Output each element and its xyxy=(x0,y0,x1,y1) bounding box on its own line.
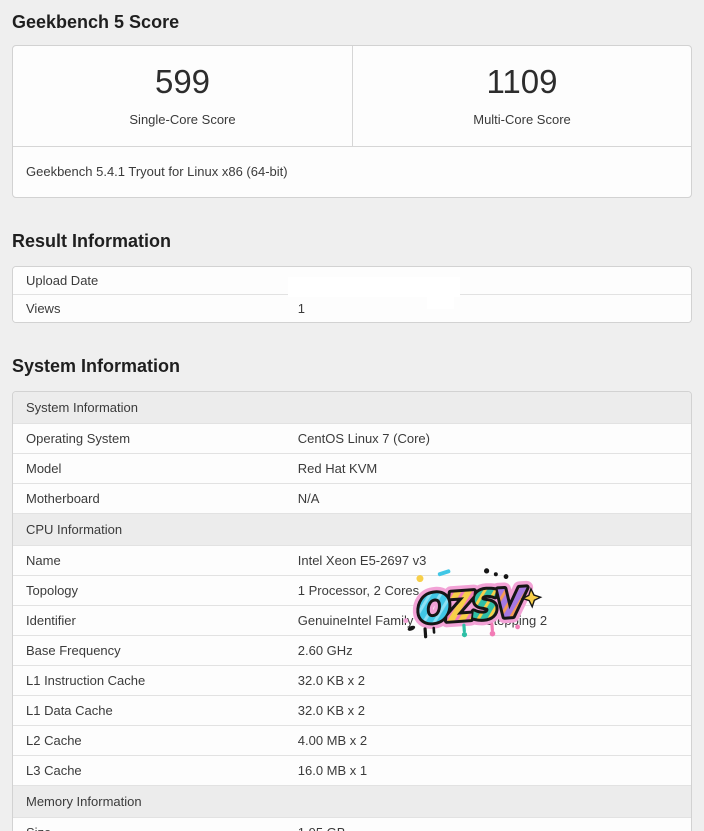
table-subheader-row: System Information xyxy=(13,392,691,423)
row-label: Identifier xyxy=(13,606,298,635)
row-value: 1.95 GB xyxy=(298,818,691,831)
multi-core-score-label: Multi-Core Score xyxy=(473,112,571,127)
result-information-table: Upload Date Views 1 xyxy=(13,267,691,322)
row-label: Name xyxy=(13,546,298,575)
table-row: L3 Cache16.0 MB x 1 xyxy=(13,755,691,785)
score-grid: 599 Single-Core Score 1109 Multi-Core Sc… xyxy=(13,46,691,146)
row-value: 32.0 KB x 2 xyxy=(298,696,691,725)
geekbench-result-page: { "score_header": { "title": "Geekbench … xyxy=(0,0,704,831)
row-value: 1 Processor, 2 Cores xyxy=(298,576,691,605)
table-row: L1 Data Cache32.0 KB x 2 xyxy=(13,695,691,725)
row-label: Topology xyxy=(13,576,298,605)
result-information-title: Result Information xyxy=(12,231,692,252)
row-value: Red Hat KVM xyxy=(298,454,691,483)
redaction-overlay xyxy=(427,296,454,309)
views-value: 1 xyxy=(298,301,305,316)
row-value: 32.0 KB x 2 xyxy=(298,666,691,695)
row-label: Upload Date xyxy=(13,267,298,294)
row-label: Base Frequency xyxy=(13,636,298,665)
row-label: Operating System xyxy=(13,424,298,453)
row-value: 1 xyxy=(298,295,691,322)
multi-core-score-value: 1109 xyxy=(487,65,558,98)
row-label: Memory Information xyxy=(13,786,691,817)
table-row: ModelRed Hat KVM xyxy=(13,453,691,483)
row-label: CPU Information xyxy=(13,514,691,545)
table-row: IdentifierGenuineIntel Family 6 Model 63… xyxy=(13,605,691,635)
table-row-views: Views 1 xyxy=(13,294,691,322)
score-card: 599 Single-Core Score 1109 Multi-Core Sc… xyxy=(12,45,692,198)
table-subheader-row: Memory Information xyxy=(13,785,691,817)
row-value: 2.60 GHz xyxy=(298,636,691,665)
row-label: Model xyxy=(13,454,298,483)
row-value: GenuineIntel Family 6 Model 63 Stepping … xyxy=(298,606,691,635)
table-row: L1 Instruction Cache32.0 KB x 2 xyxy=(13,665,691,695)
row-value: 4.00 MB x 2 xyxy=(298,726,691,755)
row-label: Motherboard xyxy=(13,484,298,513)
row-value: Intel Xeon E5-2697 v3 xyxy=(298,546,691,575)
row-label: Size xyxy=(13,818,298,831)
row-value xyxy=(298,275,691,287)
table-subheader-row: CPU Information xyxy=(13,513,691,545)
result-information-card: Upload Date Views 1 xyxy=(12,266,692,323)
row-value: N/A xyxy=(298,484,691,513)
single-core-score-value: 599 xyxy=(155,65,210,98)
table-row: Topology1 Processor, 2 Cores xyxy=(13,575,691,605)
row-value: 16.0 MB x 1 xyxy=(298,756,691,785)
row-label: System Information xyxy=(13,392,691,423)
page-container: Geekbench 5 Score 599 Single-Core Score … xyxy=(0,0,704,831)
table-row-upload-date: Upload Date xyxy=(13,267,691,294)
table-row: L2 Cache4.00 MB x 2 xyxy=(13,725,691,755)
table-row: Size1.95 GB xyxy=(13,817,691,831)
row-label: L3 Cache xyxy=(13,756,298,785)
row-label: Views xyxy=(13,295,298,322)
row-label: L2 Cache xyxy=(13,726,298,755)
row-label: L1 Instruction Cache xyxy=(13,666,298,695)
system-information-title: System Information xyxy=(12,356,692,377)
page-title: Geekbench 5 Score xyxy=(12,12,692,33)
table-row: MotherboardN/A xyxy=(13,483,691,513)
system-information-table: System InformationOperating SystemCentOS… xyxy=(13,392,691,831)
single-core-score-block: 599 Single-Core Score xyxy=(13,46,352,146)
row-label: L1 Data Cache xyxy=(13,696,298,725)
table-row: Base Frequency2.60 GHz xyxy=(13,635,691,665)
table-row: Operating SystemCentOS Linux 7 (Core) xyxy=(13,423,691,453)
single-core-score-label: Single-Core Score xyxy=(129,112,235,127)
system-information-card: System InformationOperating SystemCentOS… xyxy=(12,391,692,831)
table-row: NameIntel Xeon E5-2697 v3 xyxy=(13,545,691,575)
row-value: CentOS Linux 7 (Core) xyxy=(298,424,691,453)
benchmark-version-label: Geekbench 5.4.1 Tryout for Linux x86 (64… xyxy=(13,146,691,197)
multi-core-score-block: 1109 Multi-Core Score xyxy=(352,46,691,146)
